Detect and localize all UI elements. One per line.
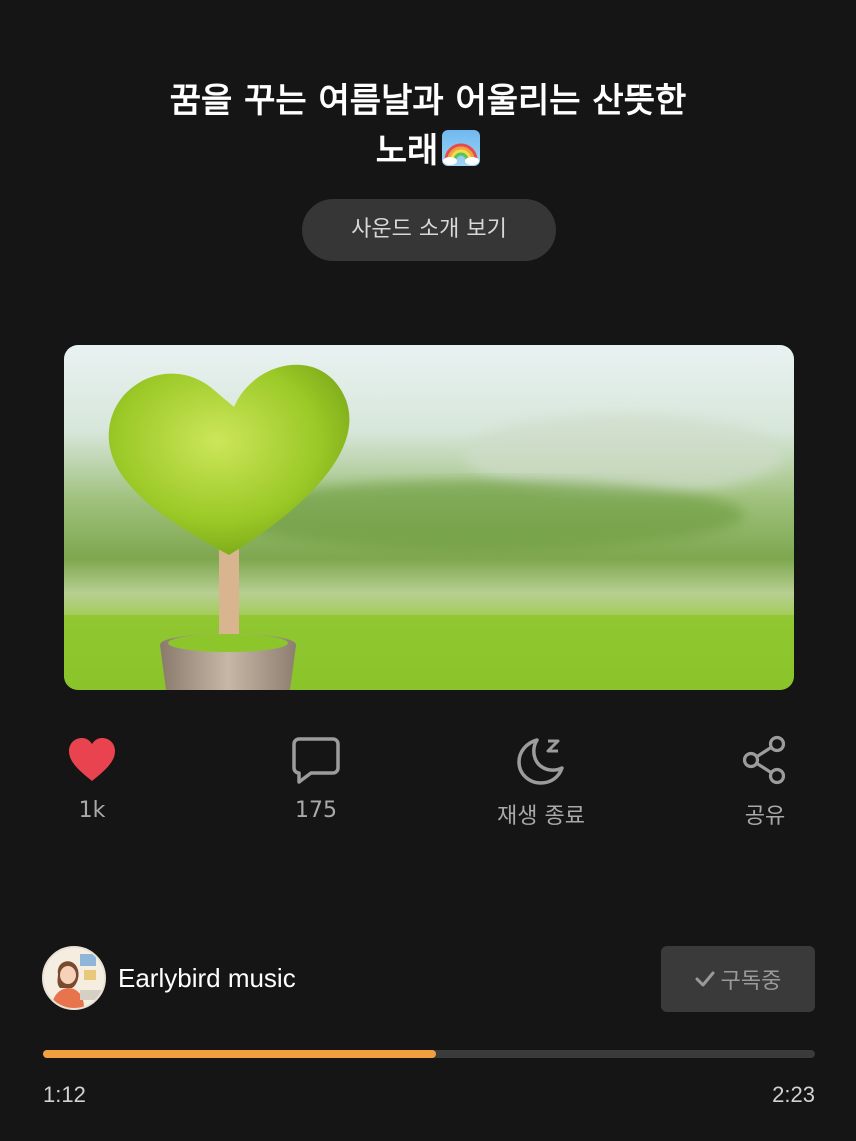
song-title-line1: 꿈을 꾸는 여름날과 어울리는 산뜻한: [169, 81, 687, 121]
sleep-timer-icon: [466, 730, 616, 790]
song-title-line2: 노래: [375, 131, 439, 171]
duration: 2:23: [772, 1082, 815, 1107]
sleep-timer-button[interactable]: 재생 종료: [466, 730, 616, 830]
channel-name[interactable]: Earlybird music: [118, 963, 296, 994]
sound-intro-button[interactable]: 사운드 소개 보기: [302, 199, 556, 261]
comment-button[interactable]: 175: [241, 730, 391, 823]
comment-count: 175: [295, 798, 337, 823]
rainbow-icon: [442, 130, 481, 166]
action-bar: 1k 175 재생 종료 공유: [0, 730, 856, 840]
avatar[interactable]: [42, 946, 106, 1010]
sleep-timer-label: 재생 종료: [497, 804, 585, 829]
check-icon: [695, 971, 715, 987]
comment-icon: [241, 730, 391, 790]
like-button[interactable]: 1k: [17, 730, 167, 823]
player-screen: 꿈을 꾸는 여름날과 어울리는 산뜻한 노래 사운드 소개 보기 1k 175 …: [0, 0, 856, 1141]
cover-image: [64, 345, 794, 690]
current-time: 1:12: [43, 1082, 86, 1107]
progress-bar[interactable]: [43, 1050, 815, 1058]
channel-info: Earlybird music: [42, 945, 296, 1011]
share-label: 공유: [744, 804, 786, 829]
like-count: 1k: [78, 798, 106, 823]
share-button[interactable]: 공유: [690, 730, 840, 830]
subscribe-label: 구독중: [720, 969, 782, 994]
share-icon: [690, 730, 840, 790]
progress-fill: [43, 1050, 437, 1058]
subscribe-button[interactable]: 구독중: [661, 946, 815, 1012]
song-title: 꿈을 꾸는 여름날과 어울리는 산뜻한 노래: [90, 76, 766, 176]
heart-icon: [17, 730, 167, 790]
